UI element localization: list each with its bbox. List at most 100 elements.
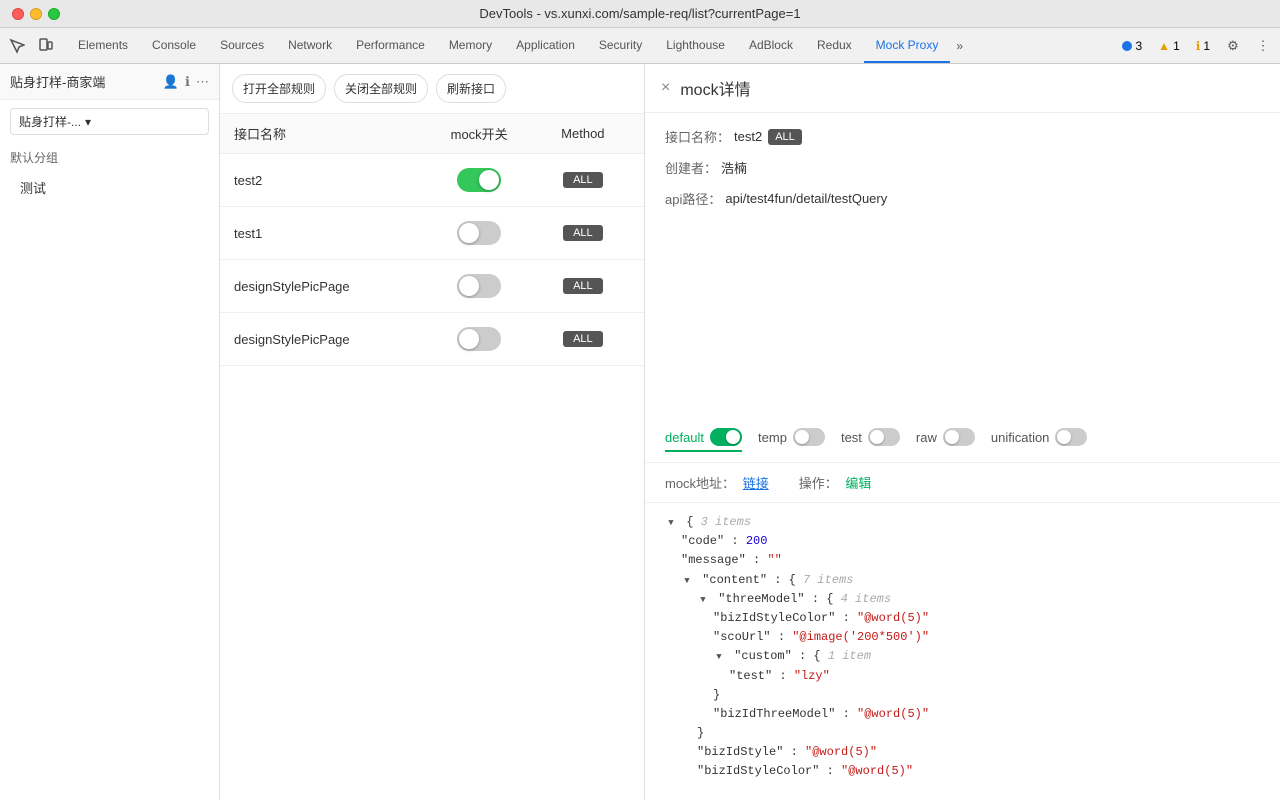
json-custom-close: } [713, 686, 1260, 705]
left-panel: 贴身打样-商家端 👤 ℹ ⋯ 贴身打样-... ▾ 默认分组 测试 [0, 64, 220, 800]
tab-elements[interactable]: Elements [66, 28, 140, 63]
detail-tab-raw-label: raw [916, 430, 937, 445]
col-header-method: Method [536, 126, 630, 141]
collapse-root[interactable] [665, 513, 677, 532]
tabs-bar: Elements Console Sources Network Perform… [66, 28, 1116, 63]
tab-memory[interactable]: Memory [437, 28, 504, 63]
creator-name: 浩楠 [721, 158, 747, 177]
settings-icon[interactable]: ⚙ [1220, 33, 1246, 59]
json-root-comment: 3 items [701, 515, 751, 529]
open-all-button[interactable]: 打开全部规则 [232, 74, 326, 103]
toggle-3[interactable] [457, 327, 501, 351]
cell-mock-3 [423, 327, 536, 351]
status-yellow: ℹ 1 [1190, 37, 1216, 55]
table-row[interactable]: test2 ALL [220, 154, 644, 207]
interface-name-row: 接口名称： test2 ALL [665, 127, 1260, 146]
blue-dot [1122, 41, 1132, 51]
toggle-knob-2 [459, 276, 479, 296]
detail-tab-default[interactable]: default [665, 428, 742, 452]
titlebar: DevTools - vs.xunxi.com/sample-req/list?… [0, 0, 1280, 28]
method-badge-0: ALL [563, 172, 603, 188]
json-root-line: { 3 items [665, 513, 1260, 532]
chevron-down-icon: ▾ [85, 115, 91, 129]
detail-tab-unification-toggle[interactable] [1055, 428, 1087, 446]
table-row[interactable]: designStylePicPage ALL [220, 313, 644, 366]
tab-performance[interactable]: Performance [344, 28, 437, 63]
toggle-0[interactable] [457, 168, 501, 192]
tab-security[interactable]: Security [587, 28, 654, 63]
tab-redux[interactable]: Redux [805, 28, 864, 63]
detail-tab-temp-toggle[interactable] [793, 428, 825, 446]
sub-item-test[interactable]: 测试 [0, 172, 219, 203]
json-bizidstylecolor2-key: "bizIdStyleColor" [697, 764, 819, 778]
toggle-knob-0 [479, 170, 499, 190]
toggle-1[interactable] [457, 221, 501, 245]
detail-tab-raw-toggle[interactable] [943, 428, 975, 446]
detail-tab-test-toggle[interactable] [868, 428, 900, 446]
tab-adblock[interactable]: AdBlock [737, 28, 805, 63]
devtools-toolbar: Elements Console Sources Network Perform… [0, 28, 1280, 64]
close-all-button[interactable]: 关闭全部规则 [334, 74, 428, 103]
creator-row: 创建者： 浩楠 [665, 158, 1260, 177]
yellow-count: 1 [1203, 39, 1210, 53]
tab-sources[interactable]: Sources [208, 28, 276, 63]
interface-label: 接口名称： [665, 127, 730, 146]
json-threemodel-key: "threeModel" [718, 592, 804, 606]
tab-application[interactable]: Application [504, 28, 587, 63]
json-message-key: "message" [681, 553, 746, 567]
tab-network[interactable]: Network [276, 28, 344, 63]
json-custom-key: "custom" [734, 649, 792, 663]
device-icon[interactable] [32, 33, 58, 59]
table-row[interactable]: designStylePicPage ALL [220, 260, 644, 313]
refresh-button[interactable]: 刷新接口 [436, 74, 506, 103]
json-code-key: "code" [681, 534, 724, 548]
section-default[interactable]: 默认分组 [0, 143, 219, 172]
close-traffic-light[interactable] [12, 8, 24, 20]
json-bizidstyle-value: "@word(5)" [805, 745, 877, 759]
json-scourl-value: "@image('200*500')" [792, 630, 929, 644]
collapse-custom[interactable] [713, 647, 725, 666]
detail-tab-raw[interactable]: raw [916, 428, 975, 452]
tab-console[interactable]: Console [140, 28, 208, 63]
inspect-icon[interactable] [4, 33, 30, 59]
json-content-comment: 7 items [803, 573, 853, 587]
json-bizidstylecolor-value: "@word(5)" [857, 611, 929, 625]
detail-tab-default-toggle[interactable] [710, 428, 742, 446]
close-button[interactable]: × [661, 80, 670, 96]
tab-mock-proxy[interactable]: Mock Proxy [864, 28, 951, 63]
json-test-value: "lzy" [794, 669, 830, 683]
collapse-content[interactable] [681, 571, 693, 590]
more-icon[interactable]: ⋯ [196, 74, 209, 90]
dropdown-label: 贴身打样-... [19, 113, 81, 130]
info-icon-btn[interactable]: ℹ [185, 74, 190, 90]
detail-tab-temp[interactable]: temp [758, 428, 825, 452]
toggle-2[interactable] [457, 274, 501, 298]
cell-method-3: ALL [536, 331, 630, 347]
mock-address-row: mock地址： 链接 操作： 编辑 [645, 463, 1280, 503]
json-scourl-key: "scoUrl" [713, 630, 771, 644]
tab-lighthouse[interactable]: Lighthouse [654, 28, 737, 63]
json-bizidstyle-line: "bizIdStyle" : "@word(5)" [697, 743, 1260, 762]
more-options-icon[interactable]: ⋮ [1250, 33, 1276, 59]
dropdown-selector[interactable]: 贴身打样-... ▾ [10, 108, 209, 135]
detail-tab-test[interactable]: test [841, 428, 900, 452]
edit-link[interactable]: 编辑 [845, 476, 871, 491]
mock-link[interactable]: 链接 [743, 476, 769, 491]
detail-tab-unification[interactable]: unification [991, 428, 1088, 452]
collapse-threemodel[interactable] [697, 590, 709, 609]
json-bizidstylecolor2-value: "@word(5)" [841, 764, 913, 778]
tab-more[interactable]: » [950, 28, 969, 63]
cell-method-0: ALL [536, 172, 630, 188]
table-row[interactable]: test1 ALL [220, 207, 644, 260]
maximize-traffic-light[interactable] [48, 8, 60, 20]
action-buttons: 打开全部规则 关闭全部规则 刷新接口 [220, 64, 644, 114]
api-label: api路径： [665, 189, 721, 208]
toolbar-icons [4, 33, 58, 59]
interface-name: test2 [734, 129, 762, 144]
json-bizidstyle-key: "bizIdStyle" [697, 745, 783, 759]
json-bizidthreemodel-value: "@word(5)" [857, 707, 929, 721]
cell-name-3: designStylePicPage [234, 332, 423, 347]
json-bizidstylecolor2-line: "bizIdStyleColor" : "@word(5)" [697, 762, 1260, 781]
toolbar-right: 3 ▲ 1 ℹ 1 ⚙ ⋮ [1116, 33, 1276, 59]
minimize-traffic-light[interactable] [30, 8, 42, 20]
